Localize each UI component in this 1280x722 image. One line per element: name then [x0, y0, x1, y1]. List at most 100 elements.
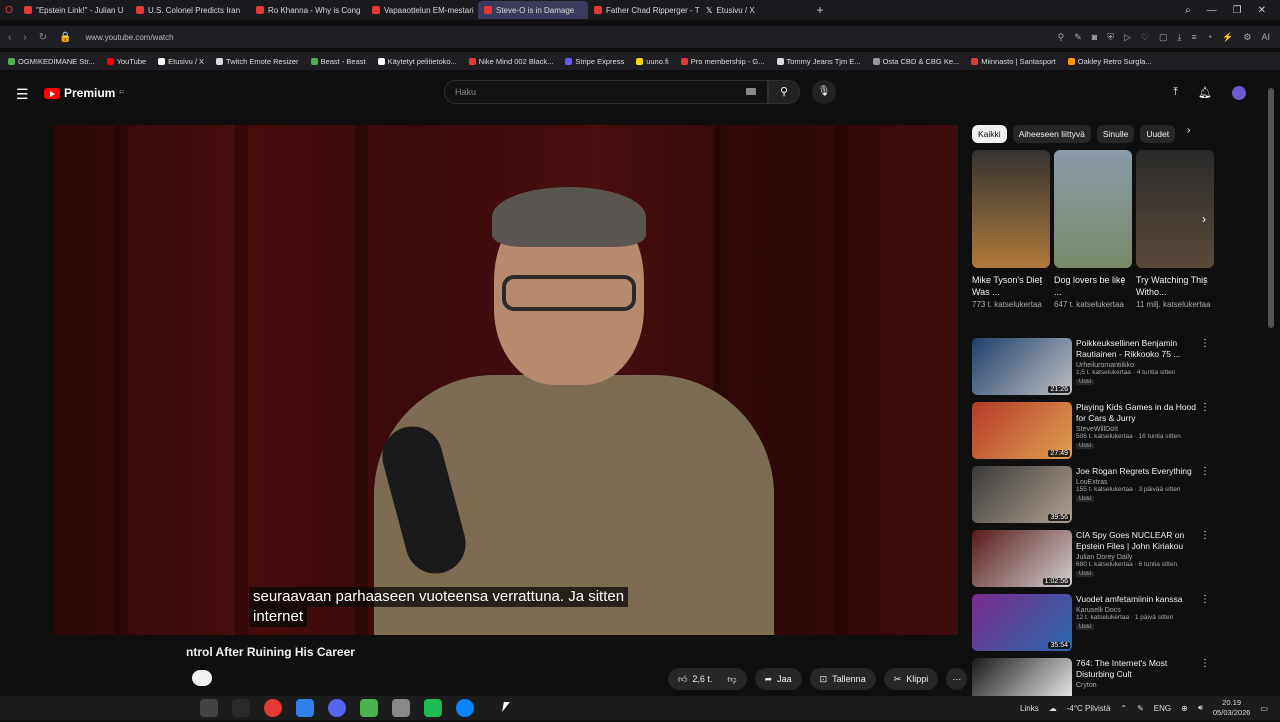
voice-search-button[interactable]: 🎙: [812, 80, 836, 104]
volume-icon[interactable]: 🔊︎: [1198, 703, 1203, 713]
ai-icon[interactable]: AI: [1261, 32, 1270, 43]
list-item[interactable]: 27:49 Playing Kids Games in da Hood for …: [972, 402, 1216, 466]
pen-icon[interactable]: ✎: [1137, 704, 1144, 713]
zoom-icon[interactable]: ⚲: [1058, 32, 1065, 43]
tab-5[interactable]: Father Chad Ripperger - T: [588, 1, 700, 19]
tab-3[interactable]: Vapaaottelun EM-mestari: [366, 1, 478, 19]
office-icon[interactable]: [296, 699, 314, 717]
list-item[interactable]: 21:26 Poikkeuksellinen Benjamin Rautiain…: [972, 338, 1216, 402]
menu-icon[interactable]: ≡: [1191, 32, 1196, 43]
rec-channel[interactable]: Karuselli Docs: [1076, 607, 1204, 614]
list-item[interactable]: 1:02:56 CIA Spy Goes NUCLEAR on Epstein …: [972, 530, 1216, 594]
links-toolbar[interactable]: Links: [1020, 704, 1039, 713]
tab-2[interactable]: Ro Khanna - Why is Cong: [250, 1, 366, 19]
bookmark-item[interactable]: Twitch Emote Resizer: [216, 57, 299, 66]
edge-icon[interactable]: [456, 699, 474, 717]
chip-new[interactable]: Uudet: [1140, 125, 1176, 143]
chip-all[interactable]: Kaikki: [972, 125, 1007, 143]
bookmark-item[interactable]: Pro membership - G...: [680, 57, 765, 66]
like-button[interactable]: 👍︎ 2,6 t. 👎︎: [668, 668, 747, 690]
rec-title[interactable]: Poikkeuksellinen Benjamin Rautiainen - R…: [1076, 338, 1204, 360]
search-button[interactable]: ⚲: [768, 80, 800, 104]
tab-0[interactable]: "Epstein Link!" - Julian U: [18, 1, 130, 19]
rec-title[interactable]: Vuodet amfetamiinin kanssa: [1076, 594, 1204, 605]
video-thumbnail[interactable]: 35:54: [972, 594, 1072, 651]
bookmark-item[interactable]: uuno.fi: [636, 57, 669, 66]
rec-channel[interactable]: Julian Dorey Daily: [1076, 554, 1204, 561]
hamburger-menu-icon[interactable]: ☰: [16, 86, 29, 103]
rec-channel[interactable]: Urheiluromantiikko: [1076, 362, 1204, 369]
upload-icon[interactable]: ⤒: [1173, 86, 1178, 100]
clip-button[interactable]: ✂ Klippi: [883, 668, 939, 690]
short-thumbnail[interactable]: [972, 150, 1050, 268]
rec-channel[interactable]: SteveWillDoIt: [1076, 426, 1204, 433]
save-button[interactable]: ⊡ Tallenna: [809, 668, 876, 690]
rec-title[interactable]: Playing Kids Games in da Hood for Cars &…: [1076, 402, 1204, 424]
discord-icon[interactable]: [328, 699, 346, 717]
url-field[interactable]: www.youtube.com/watch: [86, 33, 174, 42]
bookmark-item[interactable]: OGMIKEDIMANE Str...: [8, 57, 95, 66]
more-icon[interactable]: ⋮: [1200, 658, 1210, 669]
rec-title[interactable]: CIA Spy Goes NUCLEAR on Epstein Files | …: [1076, 530, 1204, 552]
weather-text[interactable]: -4°C Pilvistä: [1067, 704, 1111, 713]
language-indicator[interactable]: ENG: [1154, 704, 1171, 713]
reload-icon[interactable]: ↻: [39, 32, 47, 43]
bookmark-item[interactable]: YouTube: [106, 57, 146, 66]
close-icon[interactable]: ✕: [1258, 5, 1266, 16]
more-actions-button[interactable]: ⋯: [946, 668, 968, 690]
download-icon[interactable]: ⤓: [1178, 32, 1182, 43]
video-thumbnail[interactable]: 1:02:56: [972, 530, 1072, 587]
search-input[interactable]: Haku: [444, 80, 768, 104]
bookmark-item[interactable]: Osta CBD & CBG Ke...: [872, 57, 959, 66]
start-icon[interactable]: [200, 699, 218, 717]
notification-icon[interactable]: ▭: [1260, 704, 1268, 713]
opera-icon[interactable]: [264, 699, 282, 717]
tab-1[interactable]: U.S. Colonel Predicts Iran: [130, 1, 250, 19]
forward-icon[interactable]: ›: [23, 32, 26, 43]
minimize-icon[interactable]: —: [1207, 5, 1217, 16]
more-icon[interactable]: ⋮: [1200, 530, 1210, 541]
list-item[interactable]: 39:56 Joe Rogan Regrets Everything LouExt…: [972, 466, 1216, 530]
shield-icon[interactable]: ⛨: [1107, 32, 1114, 43]
youtube-premium-logo[interactable]: Premium FI: [44, 86, 124, 100]
box-icon[interactable]: ▢: [1159, 32, 1168, 43]
heart-icon[interactable]: ♡: [1141, 32, 1149, 43]
chip-for-you[interactable]: Sinulle: [1096, 125, 1135, 143]
bookmark-item[interactable]: Käytetyt pelitietoko...: [377, 57, 457, 66]
rec-title[interactable]: 764: The Internet's Most Disturbing Cult: [1076, 658, 1204, 680]
tab-4-active[interactable]: Steve-O is in Damage: [478, 1, 588, 19]
page-scrollbar[interactable]: [1268, 88, 1274, 328]
chip-related[interactable]: Aiheeseen liittyvä: [1012, 125, 1091, 143]
list-item[interactable]: 35:54 Vuodet amfetamiinin kanssa Karusell…: [972, 594, 1216, 658]
camera-icon[interactable]: ◙: [1092, 32, 1097, 43]
share-button[interactable]: ➦ Jaa: [754, 668, 802, 690]
task-view-icon[interactable]: [232, 699, 250, 717]
video-thumbnail[interactable]: 39:56: [972, 466, 1072, 523]
store-icon[interactable]: [360, 699, 378, 717]
search-tabs-icon[interactable]: ⌕: [1185, 5, 1191, 16]
more-icon[interactable]: ⋮: [1200, 402, 1210, 413]
video-player[interactable]: seuraavaan parhaaseen vuoteensa verrattu…: [54, 125, 958, 635]
more-icon[interactable]: ⋮: [1118, 276, 1128, 287]
back-icon[interactable]: ‹: [8, 32, 11, 43]
bookmark-item[interactable]: Miinnasto | Santasport: [971, 57, 1056, 66]
chevron-right-icon[interactable]: ›: [1181, 125, 1190, 143]
edit-icon[interactable]: ✎: [1074, 32, 1082, 43]
settings-icon[interactable]: ⚙: [1243, 32, 1251, 43]
more-icon[interactable]: ⋮: [1200, 466, 1210, 477]
more-icon[interactable]: ⋮: [1200, 276, 1210, 287]
more-icon[interactable]: ⋮: [1200, 594, 1210, 605]
tab-6[interactable]: 𝕏 Etusivu / X: [700, 1, 812, 19]
opera-logo-icon[interactable]: O: [0, 5, 18, 16]
clock[interactable]: 20.19 05/03/2026: [1213, 698, 1251, 718]
subscribe-button[interactable]: [192, 670, 212, 686]
player-icon[interactable]: ▷: [1124, 32, 1131, 43]
short-thumbnail[interactable]: [1136, 150, 1214, 268]
thumbs-down-icon[interactable]: 👎︎: [727, 674, 736, 685]
rec-channel[interactable]: Cryton: [1076, 682, 1204, 689]
bookmark-item[interactable]: Tommy Jeans Tjm E...: [776, 57, 861, 66]
bookmark-item[interactable]: Etusivu / X: [158, 57, 204, 66]
rec-channel[interactable]: LouExtras: [1076, 479, 1204, 486]
bookmark-item[interactable]: Stripe Express: [565, 57, 624, 66]
chevron-up-icon[interactable]: ⌃: [1120, 704, 1127, 713]
